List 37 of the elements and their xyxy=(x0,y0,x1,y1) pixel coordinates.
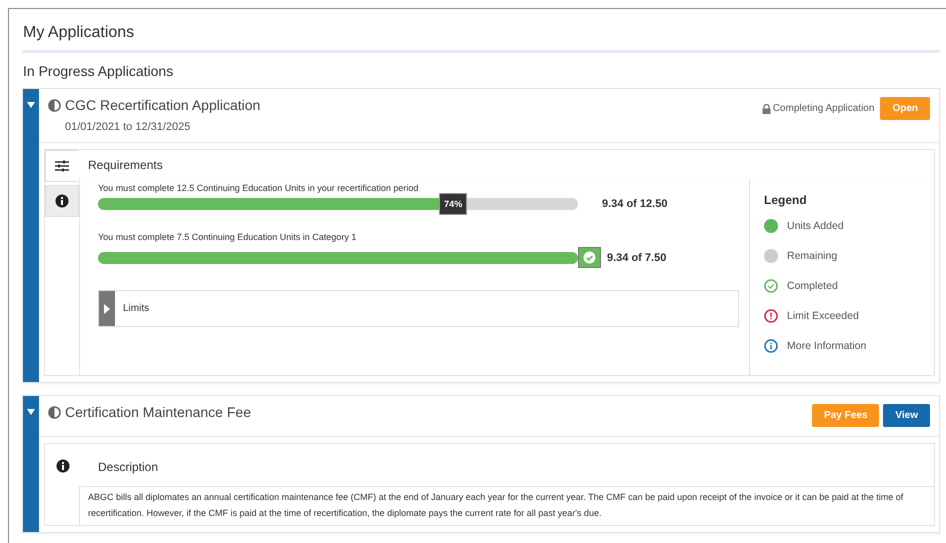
limits-label: Limits xyxy=(122,303,150,314)
check-icon xyxy=(583,251,596,264)
requirement-text: You must complete 12.5 Continuing Education Units in your recertification period xyxy=(98,183,420,193)
legend-label: More Information xyxy=(787,340,866,352)
sliders-icon xyxy=(54,159,70,173)
panel-tab[interactable] xyxy=(45,185,79,217)
view-button[interactable]: View xyxy=(883,404,930,427)
collapse-toggle[interactable] xyxy=(23,89,39,382)
legend-label: Completed xyxy=(787,280,838,292)
date-range: 01/01/2021 to 12/31/2025 xyxy=(64,120,192,133)
half-circle-icon xyxy=(48,406,61,418)
requirement-text: You must complete 7.5 Continuing Education Units in Category 1 xyxy=(98,232,358,242)
application-title: CGC Recertification Application xyxy=(65,97,260,113)
status-label: Completing Application xyxy=(772,103,874,114)
panel-tab[interactable] xyxy=(45,150,79,182)
lock-icon xyxy=(762,104,771,114)
half-circle-icon xyxy=(48,98,61,112)
panel-heading: Description xyxy=(97,459,160,476)
page-title: My Applications xyxy=(22,9,940,53)
progress-reading: 9.34 of 7.50 xyxy=(607,252,666,264)
caret-right-icon xyxy=(103,304,111,314)
legend-label: Units Added xyxy=(787,220,844,232)
caret-down-icon xyxy=(26,408,36,416)
section-title: In Progress Applications xyxy=(22,62,174,81)
legend-label: Limit Exceeded xyxy=(787,310,859,322)
info-icon xyxy=(55,459,71,473)
panel-heading: Requirements xyxy=(87,157,164,174)
info-icon xyxy=(54,194,70,208)
legend-title: Legend xyxy=(764,193,808,207)
legend-label: Remaining xyxy=(787,250,838,262)
progress-reading: 9.34 of 12.50 xyxy=(602,198,668,210)
percent-badge: 74% xyxy=(439,193,468,215)
collapse-toggle[interactable] xyxy=(23,396,39,532)
limits-row[interactable]: Limits xyxy=(98,290,739,327)
description-text: ABGC bills all diplomates an annual certification maintenance fee (CMF) at the end of January each year for the current year. The CMF can be paid upon receipt of the invoice or it can be paid at the time of recertification. However, if the CMF is paid at the time of recertification, the diplomate pays the current rate for all past year's due. xyxy=(79,486,934,525)
caret-down-icon xyxy=(26,101,36,109)
application-title: Certification Maintenance Fee xyxy=(65,404,251,420)
